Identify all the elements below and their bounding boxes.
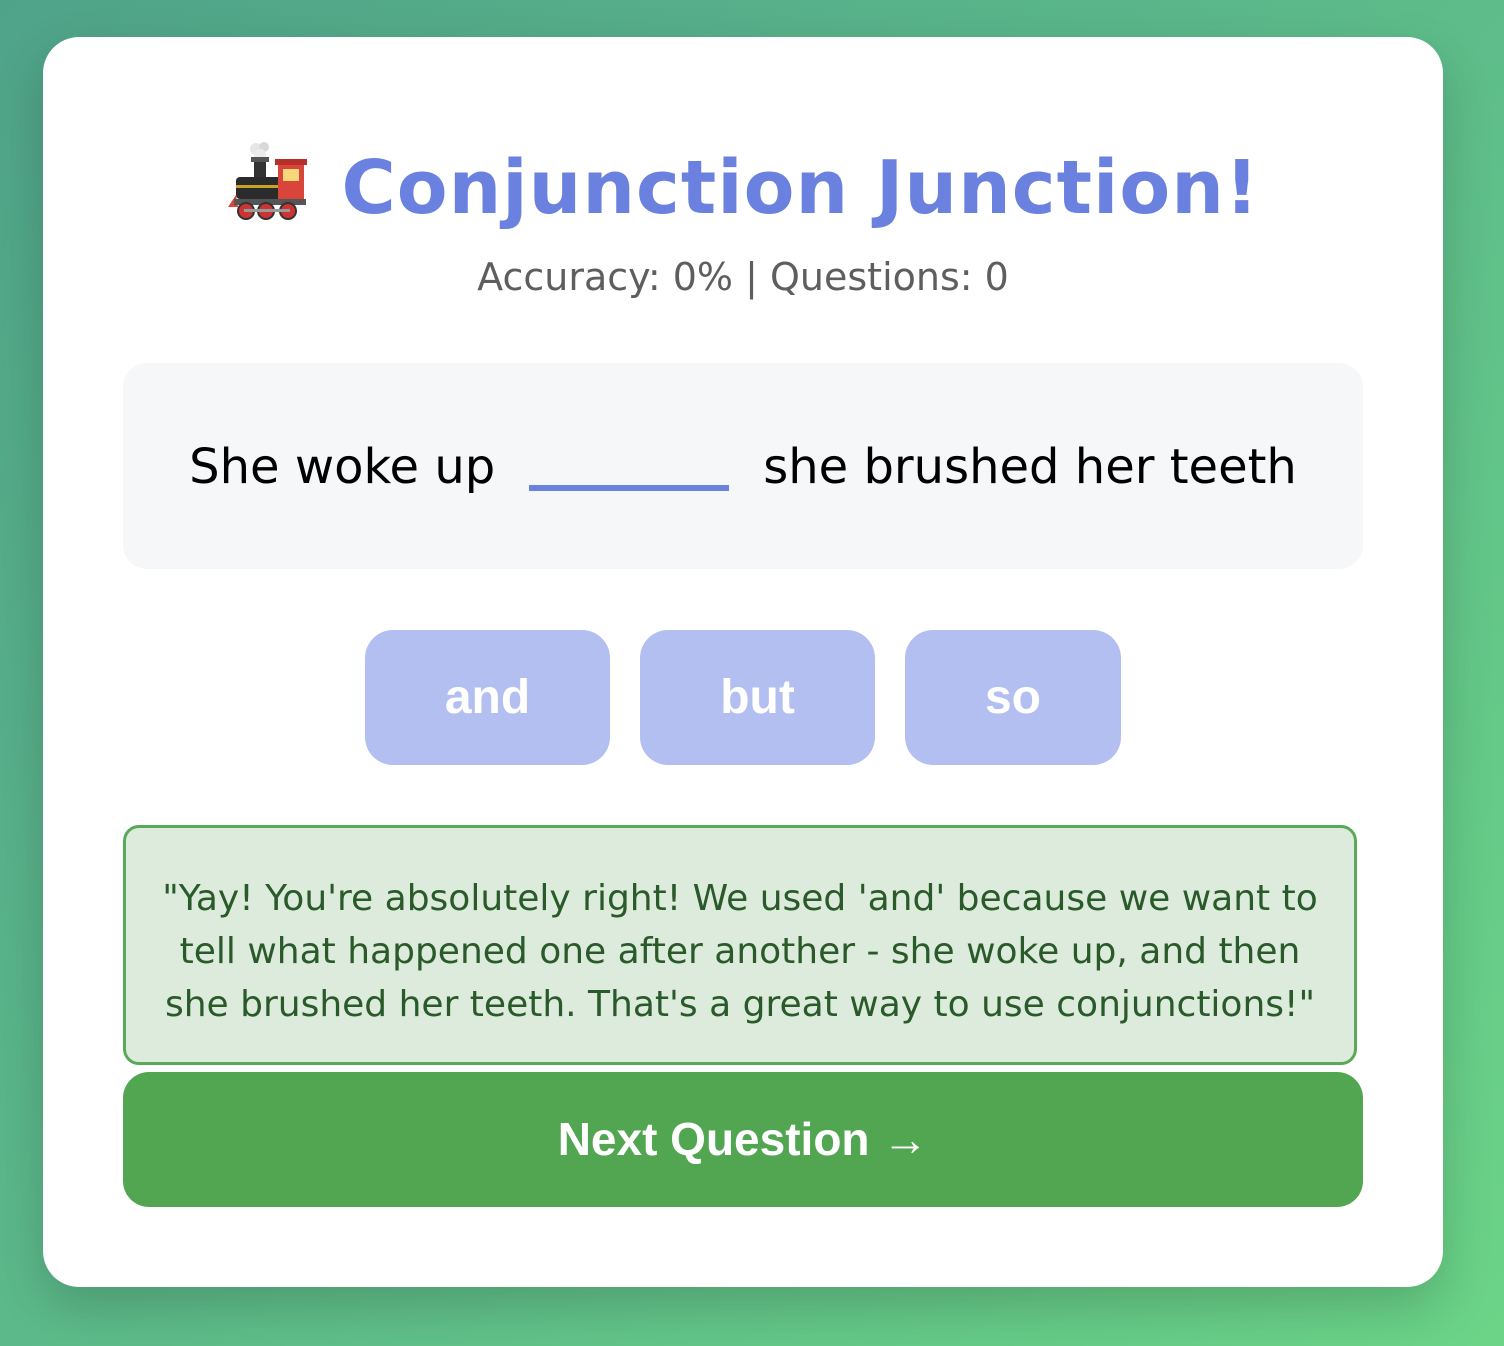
sentence-part-after: she brushed her teeth xyxy=(763,439,1297,495)
option-so-button[interactable]: so xyxy=(905,630,1121,765)
header: Conjunction Junction! xyxy=(43,137,1443,237)
game-card: Conjunction Junction! Accuracy: 0% | Que… xyxy=(43,37,1443,1287)
stats-line: Accuracy: 0% | Questions: 0 xyxy=(477,255,1009,299)
steam-locomotive-icon xyxy=(226,141,308,223)
next-question-button[interactable]: Next Question → xyxy=(123,1072,1363,1207)
feedback-message: "Yay! You're absolutely right! We used '… xyxy=(123,825,1357,1065)
question-sentence: She woke up she brushed her teeth xyxy=(123,439,1363,495)
option-but-button[interactable]: but xyxy=(640,630,875,765)
sentence-part-before: She woke up xyxy=(189,439,496,495)
question-box: She woke up she brushed her teeth xyxy=(123,363,1363,569)
option-and-button[interactable]: and xyxy=(365,630,610,765)
page-title: Conjunction Junction! xyxy=(341,144,1260,231)
answer-options: and but so xyxy=(43,630,1443,765)
blank-line xyxy=(529,485,730,491)
